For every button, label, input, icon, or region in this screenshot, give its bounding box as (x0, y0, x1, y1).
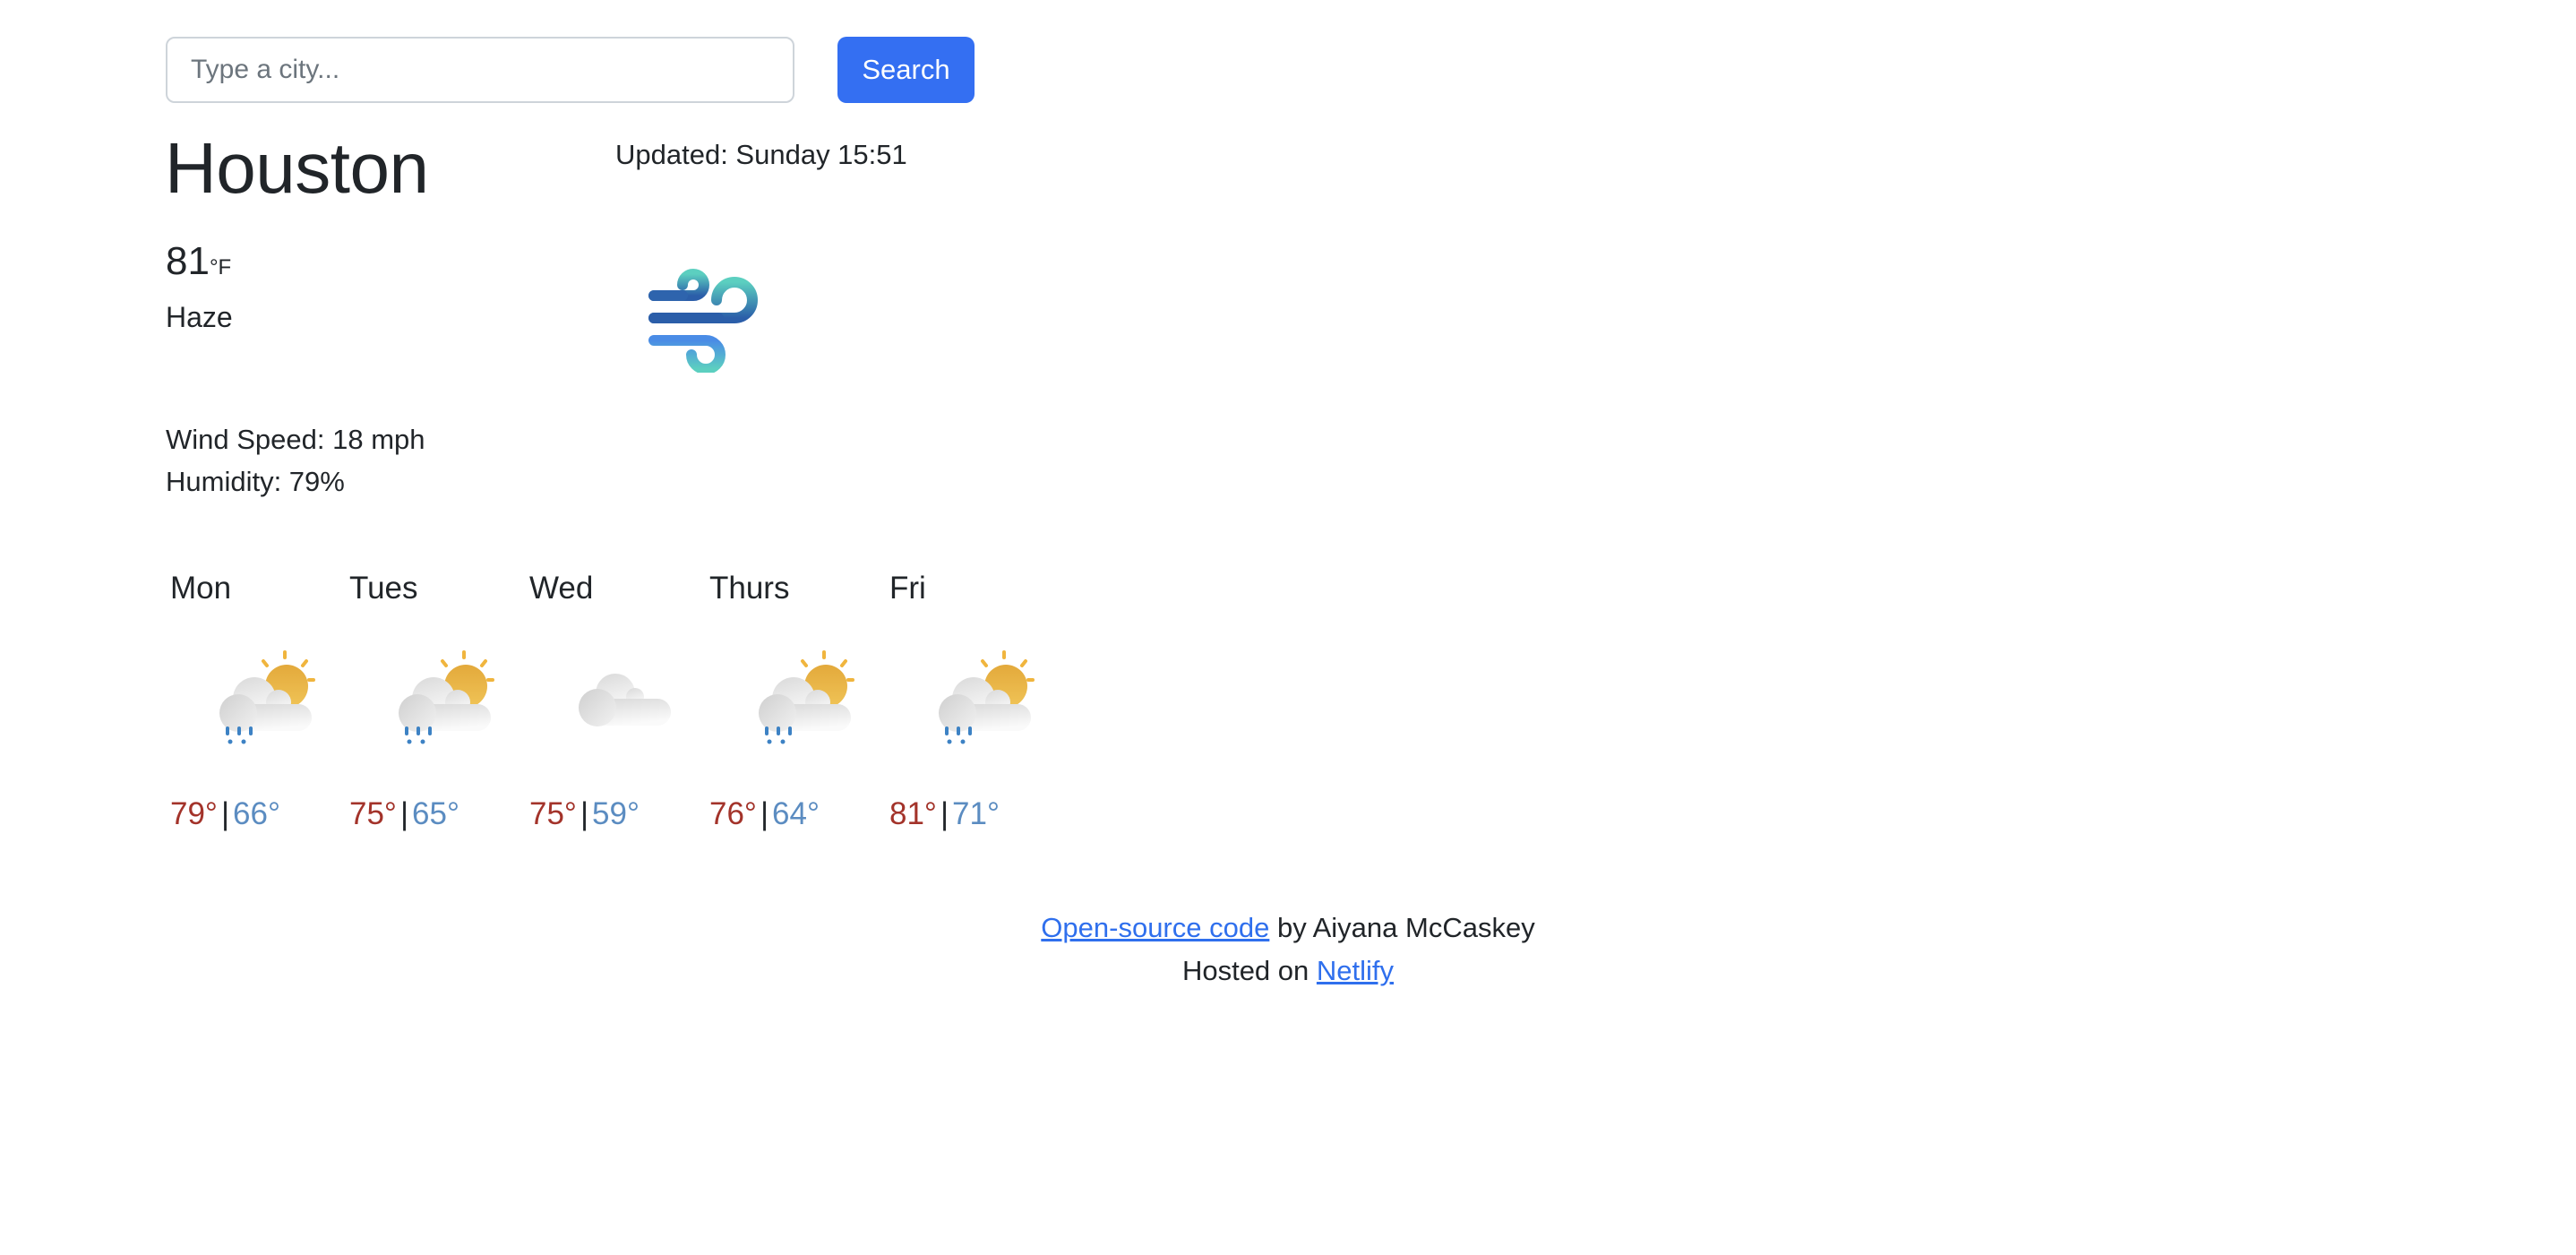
netlify-link[interactable]: Netlify (1317, 955, 1394, 986)
partly-cloudy-rain-icon (759, 650, 854, 744)
search-button[interactable]: Search (837, 37, 975, 103)
forecast-high: 76° (709, 796, 757, 831)
forecast-day-name: Wed (529, 571, 594, 606)
temp-separator: | (399, 796, 409, 831)
temp-separator: | (940, 796, 949, 831)
temperature-unit: °F (209, 255, 232, 279)
weather-details: Wind Speed: 18 mph Humidity: 79% (166, 418, 425, 503)
temp-separator: | (760, 796, 769, 831)
forecast-low: 71° (952, 796, 1000, 831)
current-temperature: 81°F (166, 242, 231, 281)
temp-separator: | (220, 796, 230, 831)
city-name: Houston (165, 128, 429, 208)
temperature-value: 81 (166, 239, 210, 283)
temp-separator: | (580, 796, 589, 831)
hosted-text: Hosted on (1181, 955, 1317, 986)
forecast-high: 79° (170, 796, 218, 831)
forecast-high: 81° (889, 796, 937, 831)
wind-icon (648, 269, 758, 373)
forecast-temps: 76° | 64° (709, 795, 820, 833)
forecast-high: 75° (529, 796, 577, 831)
weather-condition: Haze (166, 301, 233, 333)
last-updated: Updated: Sunday 15:51 (615, 139, 907, 170)
city-search-input[interactable] (166, 37, 794, 103)
author-text: by Aiyana McCaskey (1269, 912, 1535, 943)
forecast-temps: 75° | 65° (349, 795, 459, 833)
forecast-day-name: Thurs (709, 571, 790, 606)
forecast-low: 64° (772, 796, 820, 831)
forecast-high: 75° (349, 796, 397, 831)
partly-cloudy-rain-icon (219, 650, 315, 744)
forecast-temps: 75° | 59° (529, 795, 640, 833)
cloudy-icon (579, 674, 671, 726)
forecast-temps: 81° | 71° (889, 795, 1000, 833)
partly-cloudy-rain-icon (939, 650, 1035, 744)
footer: Open-source code by Aiyana McCaskey Host… (0, 907, 2576, 993)
forecast-day-name: Mon (170, 571, 232, 606)
footer-hosting: Hosted on Netlify (0, 950, 2576, 993)
forecast-temps: 79° | 66° (170, 795, 280, 833)
forecast-day-name: Fri (889, 571, 926, 606)
forecast-day-name: Tues (349, 571, 418, 606)
forecast-low: 66° (233, 796, 280, 831)
forecast-low: 59° (592, 796, 640, 831)
wind-speed: Wind Speed: 18 mph (166, 424, 425, 455)
humidity: Humidity: 79% (166, 466, 345, 497)
partly-cloudy-rain-icon (399, 650, 494, 744)
open-source-code-link[interactable]: Open-source code (1041, 912, 1269, 943)
forecast-low: 65° (412, 796, 459, 831)
footer-credit: Open-source code by Aiyana McCaskey (0, 907, 2576, 950)
